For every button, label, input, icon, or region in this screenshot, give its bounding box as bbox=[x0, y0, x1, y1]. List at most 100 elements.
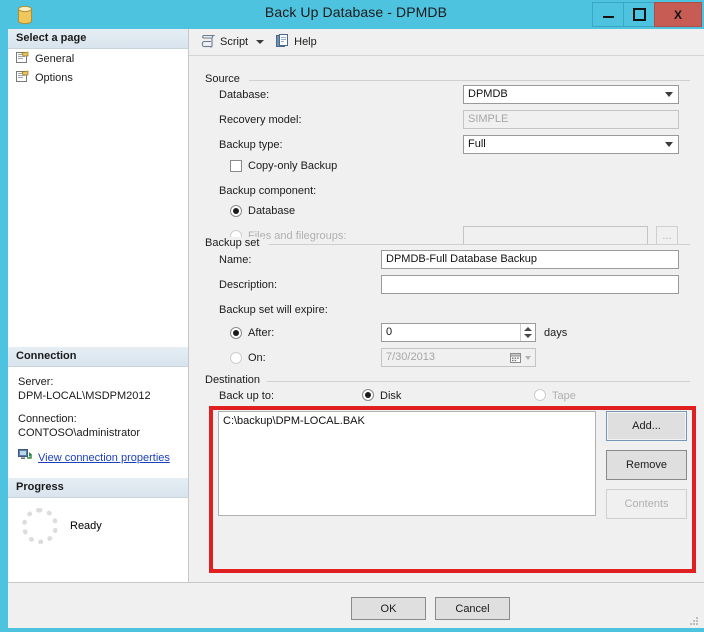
database-value: DPMDB bbox=[468, 88, 508, 100]
script-dropdown-icon[interactable] bbox=[256, 40, 265, 44]
select-page-section: Select a page General Options bbox=[8, 29, 188, 347]
destination-paths-list[interactable]: C:\backup\DPM-LOCAL.BAK bbox=[218, 411, 596, 516]
media-tape-label: Tape bbox=[552, 390, 576, 402]
connection-header: Connection bbox=[8, 347, 188, 367]
files-browse-button: ... bbox=[656, 226, 678, 245]
page-icon bbox=[16, 51, 29, 67]
expire-on-label[interactable]: On: bbox=[248, 352, 266, 364]
backup-type-combo[interactable]: Full bbox=[463, 135, 679, 154]
expire-on-date-value: 7/30/2013 bbox=[386, 351, 435, 363]
backup-description-field[interactable] bbox=[381, 275, 679, 294]
window-controls: X bbox=[592, 2, 702, 27]
backup-type-value: Full bbox=[468, 138, 486, 150]
dialog-footer: OK Cancel bbox=[8, 584, 704, 628]
spinner-icon bbox=[22, 508, 58, 544]
expire-label: Backup set will expire: bbox=[219, 304, 328, 316]
connection-value: CONTOSO\administrator bbox=[18, 427, 141, 439]
source-legend: Source bbox=[203, 73, 244, 85]
calendar-icon bbox=[509, 352, 521, 363]
cancel-button[interactable]: Cancel bbox=[435, 597, 510, 620]
help-label: Help bbox=[294, 36, 317, 48]
expire-after-days-input[interactable]: 0 bbox=[381, 323, 536, 342]
database-label: Database: bbox=[219, 89, 270, 101]
copy-only-backup-label[interactable]: Copy-only Backup bbox=[248, 160, 337, 172]
media-disk-radio[interactable] bbox=[362, 389, 374, 401]
expire-on-radio[interactable] bbox=[230, 352, 242, 364]
server-block: Server: DPM-LOCAL\MSDPM2012 bbox=[18, 375, 180, 403]
chevron-down-icon bbox=[524, 355, 531, 360]
sidebar-item-general[interactable]: General bbox=[8, 49, 188, 68]
progress-status: Ready bbox=[70, 520, 102, 532]
progress-header: Progress bbox=[8, 478, 188, 498]
backup-database-dialog: Back Up Database - DPMDB X Select a page bbox=[0, 0, 704, 632]
view-connection-properties-link[interactable]: View connection properties bbox=[38, 451, 170, 465]
expire-after-radio[interactable] bbox=[230, 327, 242, 339]
copy-only-backup-checkbox[interactable] bbox=[230, 160, 242, 172]
close-button[interactable]: X bbox=[654, 2, 702, 27]
ok-button[interactable]: OK bbox=[351, 597, 426, 620]
script-label: Script bbox=[220, 36, 249, 48]
connection-properties-icon bbox=[18, 449, 33, 466]
script-icon bbox=[201, 34, 216, 51]
sidebar-item-general-label: General bbox=[35, 52, 75, 65]
left-pane: Select a page General Options Connection… bbox=[8, 29, 189, 583]
database-combo[interactable]: DPMDB bbox=[463, 85, 679, 104]
backup-description-label: Description: bbox=[219, 279, 278, 291]
connection-label: Connection: bbox=[18, 413, 77, 425]
minimize-button[interactable] bbox=[592, 2, 624, 27]
backup-component-label: Backup component: bbox=[219, 185, 317, 197]
resize-grip[interactable] bbox=[690, 615, 700, 625]
remove-button[interactable]: Remove bbox=[606, 450, 687, 480]
expire-on-date-input: 7/30/2013 bbox=[381, 348, 536, 367]
days-stepper[interactable] bbox=[520, 324, 535, 341]
chevron-down-icon bbox=[665, 142, 673, 147]
page-icon bbox=[16, 70, 29, 86]
settings-content: Source Database: DPMDB Recovery model: S… bbox=[189, 56, 704, 582]
view-connection-properties[interactable]: View connection properties bbox=[18, 449, 180, 466]
component-database-radio[interactable] bbox=[230, 205, 242, 217]
backup-name-label: Name: bbox=[219, 254, 252, 266]
back-up-to-label: Back up to: bbox=[219, 390, 275, 402]
component-database-label[interactable]: Database bbox=[248, 205, 295, 217]
right-pane: Script Help Source Database: DPMDB Recov… bbox=[189, 29, 704, 583]
server-label: Server: bbox=[18, 376, 54, 388]
backup-name-field[interactable]: DPMDB-Full Database Backup bbox=[381, 250, 679, 269]
chevron-down-icon bbox=[665, 92, 673, 97]
recovery-model-field: SIMPLE bbox=[463, 110, 679, 129]
backup-name-value: DPMDB-Full Database Backup bbox=[386, 253, 538, 265]
help-page-icon bbox=[276, 33, 290, 51]
destination-legend: Destination bbox=[203, 374, 265, 386]
maximize-button[interactable] bbox=[623, 2, 655, 27]
sidebar-item-options-label: Options bbox=[35, 71, 73, 84]
backup-set-legend: Backup set bbox=[203, 237, 264, 249]
expire-after-label[interactable]: After: bbox=[248, 327, 274, 339]
connection-section: Connection Server: DPM-LOCAL\MSDPM2012 C… bbox=[8, 347, 188, 478]
toolbar: Script Help bbox=[189, 29, 704, 56]
expire-after-days-value: 0 bbox=[386, 326, 393, 338]
help-button[interactable]: Help bbox=[272, 31, 321, 53]
contents-button: Contents bbox=[606, 489, 687, 519]
connection-block: Connection: CONTOSO\administrator bbox=[18, 412, 180, 440]
progress-body: Ready bbox=[8, 498, 188, 544]
recovery-model-value: SIMPLE bbox=[468, 113, 509, 125]
backup-type-label: Backup type: bbox=[219, 139, 283, 151]
media-disk-label[interactable]: Disk bbox=[380, 390, 401, 402]
progress-section: Progress Ready bbox=[8, 478, 188, 582]
connection-body: Server: DPM-LOCAL\MSDPM2012 Connection: … bbox=[8, 367, 188, 466]
dialog-body: Select a page General Options Connection… bbox=[8, 29, 704, 628]
source-group: Source bbox=[203, 73, 690, 85]
add-button[interactable]: Add... bbox=[606, 411, 687, 441]
backup-set-group: Backup set bbox=[203, 237, 690, 249]
sidebar-item-options[interactable]: Options bbox=[8, 68, 188, 87]
script-button[interactable]: Script bbox=[197, 31, 252, 53]
select-page-header: Select a page bbox=[8, 29, 188, 49]
title-bar: Back Up Database - DPMDB X bbox=[4, 0, 704, 29]
media-tape-radio bbox=[534, 389, 546, 401]
destination-group: Destination bbox=[203, 374, 690, 386]
files-filegroups-field bbox=[463, 226, 648, 245]
days-unit-label: days bbox=[544, 327, 568, 339]
server-value: DPM-LOCAL\MSDPM2012 bbox=[18, 390, 151, 402]
calendar-dropdown bbox=[506, 350, 534, 365]
recovery-model-label: Recovery model: bbox=[219, 114, 302, 126]
list-item[interactable]: C:\backup\DPM-LOCAL.BAK bbox=[223, 415, 591, 427]
